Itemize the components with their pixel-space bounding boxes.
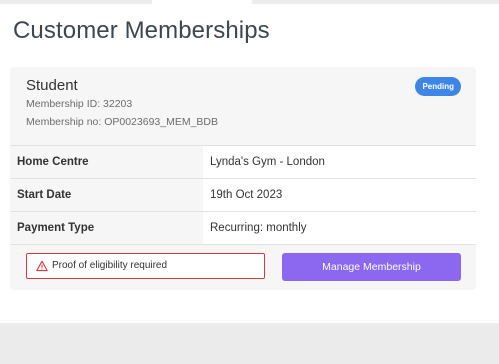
footer-bar bbox=[0, 323, 499, 364]
warning-triangle-icon bbox=[36, 260, 48, 272]
active-tab[interactable] bbox=[152, 0, 252, 4]
membership-card-header: Student Membership ID: 32203 Membership … bbox=[10, 67, 476, 145]
status-badge: Pending bbox=[415, 77, 461, 96]
table-row: Home Centre Lynda's Gym - London bbox=[10, 145, 476, 179]
membership-card: Student Membership ID: 32203 Membership … bbox=[10, 67, 476, 290]
manage-membership-button[interactable]: Manage Membership bbox=[282, 253, 461, 281]
membership-id: Membership ID: 32203 bbox=[26, 98, 133, 110]
detail-label-home-centre: Home Centre bbox=[10, 145, 203, 179]
detail-value-payment-type: Recurring: monthly bbox=[203, 211, 476, 245]
detail-value-home-centre: Lynda's Gym - London bbox=[203, 145, 476, 179]
membership-plan-name: Student bbox=[26, 77, 78, 94]
detail-label-start-date: Start Date bbox=[10, 178, 203, 212]
table-row: Payment Type Recurring: monthly bbox=[10, 211, 476, 245]
membership-number: Membership no: OP0023693_MEM_BDB bbox=[26, 116, 219, 128]
eligibility-warning-text: Proof of eligibility required bbox=[52, 260, 168, 271]
table-row: Start Date 19th Oct 2023 bbox=[10, 178, 476, 212]
detail-label-payment-type: Payment Type bbox=[10, 211, 203, 245]
eligibility-warning: Proof of eligibility required bbox=[26, 253, 265, 279]
page-title: Customer Memberships bbox=[13, 17, 270, 44]
membership-details-table: Home Centre Lynda's Gym - London Start D… bbox=[10, 145, 476, 245]
detail-value-start-date: 19th Oct 2023 bbox=[203, 178, 476, 212]
